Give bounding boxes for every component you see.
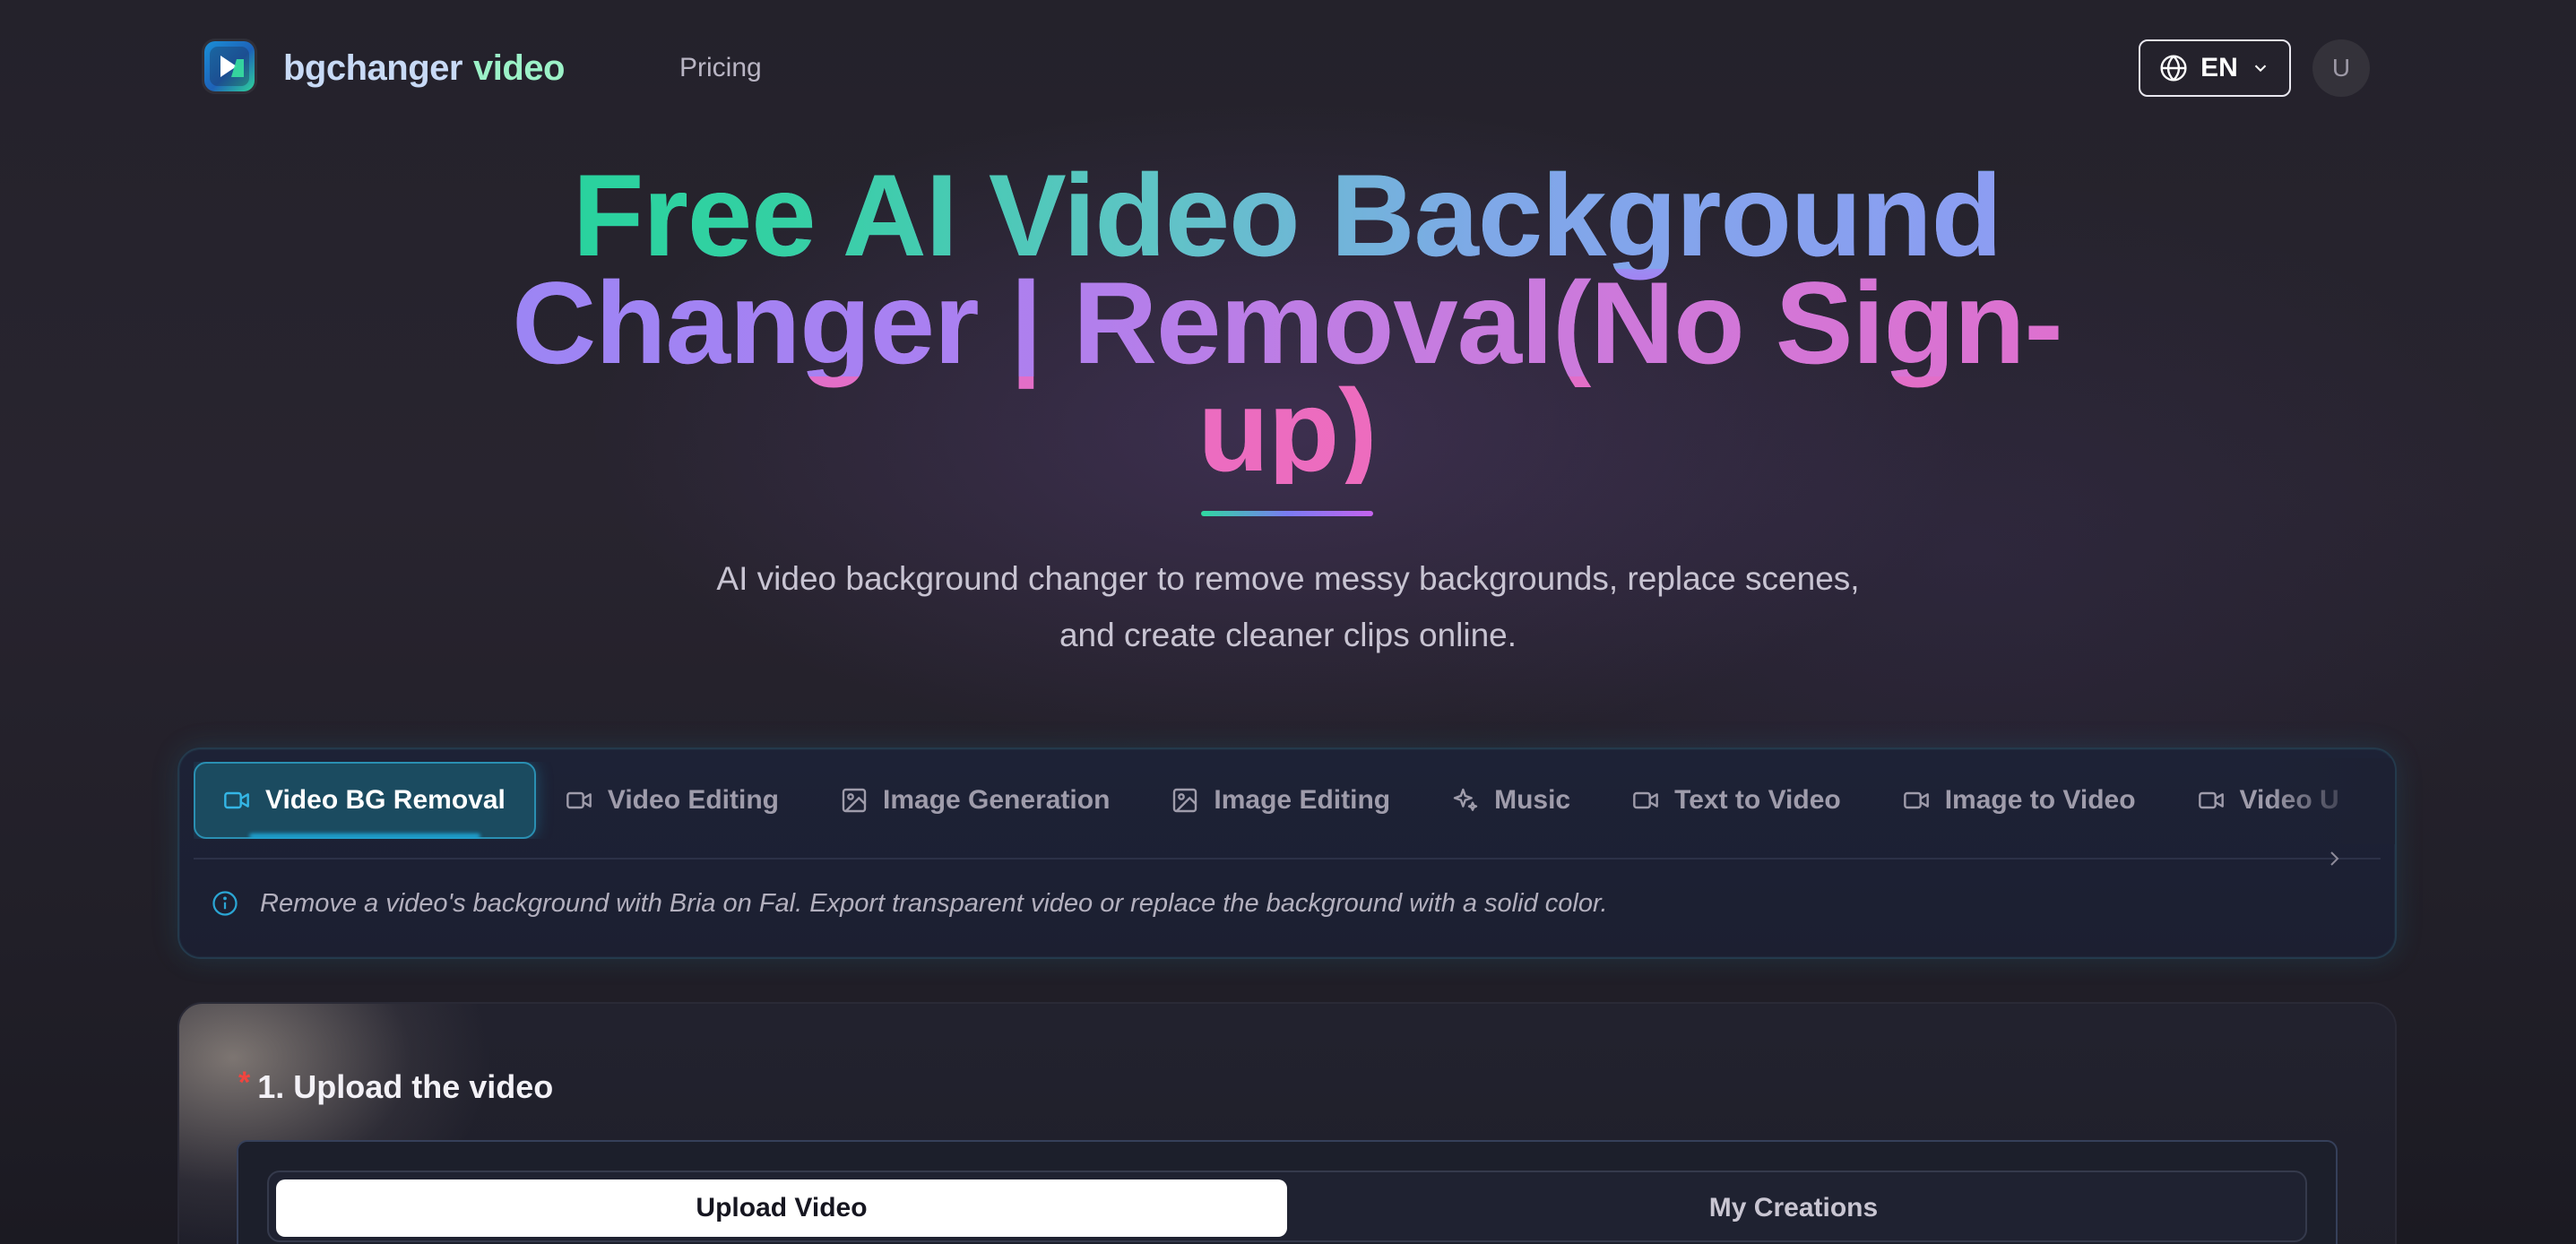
tabs-scroll-right-button[interactable] — [2316, 841, 2352, 877]
info-icon — [212, 891, 238, 916]
language-selector[interactable]: EN — [2139, 39, 2291, 97]
video-icon — [566, 791, 592, 809]
image-icon — [1173, 788, 1197, 813]
tab-label: Image Editing — [1214, 785, 1391, 815]
sparkles-icon — [1453, 788, 1478, 811]
globe-icon — [2160, 55, 2187, 82]
title-line-1: Free AI Video Background — [448, 157, 2126, 273]
tool-tabs: Video BG Removal Video Editing Image Gen… — [194, 762, 2381, 839]
tool-selector-panel: Video BG Removal Video Editing Image Gen… — [177, 747, 2397, 959]
video-icon — [2198, 791, 2224, 809]
subtitle-line-1: AI video background changer to remove me… — [716, 560, 1860, 597]
user-avatar[interactable]: U — [2312, 39, 2370, 97]
tab-image-to-video[interactable]: Image to Video — [1873, 762, 2168, 839]
step-title-text: 1. Upload the video — [257, 1068, 554, 1105]
tab-image-generation[interactable]: Image Generation — [811, 762, 1142, 839]
page-title: Free AI Video Background Changer | Remov… — [448, 157, 2126, 488]
title-underline — [1201, 511, 1373, 516]
tab-label: Text to Video — [1674, 785, 1841, 815]
video-icon — [224, 791, 249, 809]
step-title: * 1. Upload the video — [238, 1065, 553, 1110]
tab-label: Music — [1494, 785, 1571, 815]
tab-label: Video Editing — [607, 785, 779, 815]
tabs-fade-overlay — [2269, 758, 2395, 844]
tab-label: Video BG Removal — [265, 785, 506, 815]
tabs-divider — [194, 858, 2381, 860]
tool-description: Remove a video's background with Bria on… — [212, 884, 1608, 923]
brand-name-part1: bgchanger — [283, 48, 462, 88]
tab-image-editing[interactable]: Image Editing — [1142, 762, 1422, 839]
chevron-down-icon — [2254, 65, 2267, 73]
brand-name[interactable]: bgchanger video — [283, 43, 565, 93]
avatar-initial: U — [2331, 54, 2351, 82]
video-icon — [1903, 791, 1929, 809]
image-icon — [842, 788, 867, 813]
top-nav: bgchanger video Pricing EN U — [0, 0, 2576, 134]
chevron-right-icon — [2330, 851, 2339, 866]
segment-my-creations[interactable]: My Creations — [1287, 1179, 2300, 1237]
tab-music[interactable]: Music — [1422, 762, 1603, 839]
segment-upload-video[interactable]: Upload Video — [276, 1179, 1287, 1237]
tab-text-to-video[interactable]: Text to Video — [1603, 762, 1873, 839]
tool-description-text: Remove a video's background with Bria on… — [260, 888, 1608, 918]
brand-name-part2: video — [472, 48, 565, 88]
nav-link-pricing[interactable]: Pricing — [679, 48, 762, 88]
page-subtitle: AI video background changer to remove me… — [627, 550, 1949, 663]
tab-video-bg-removal[interactable]: Video BG Removal — [194, 762, 536, 839]
tab-label: Image Generation — [883, 785, 1111, 815]
title-line-3: up) — [448, 372, 2126, 488]
tab-label: Image to Video — [1944, 785, 2136, 815]
language-label: EN — [2200, 53, 2238, 82]
video-icon — [1633, 791, 1658, 809]
tab-video-editing[interactable]: Video Editing — [536, 762, 811, 839]
required-mark: * — [238, 1065, 251, 1100]
subtitle-line-2: and create cleaner clips online. — [1059, 617, 1517, 653]
title-line-2: Changer | Removal(No Sign- — [448, 264, 2126, 381]
logo-icon[interactable] — [204, 41, 255, 91]
